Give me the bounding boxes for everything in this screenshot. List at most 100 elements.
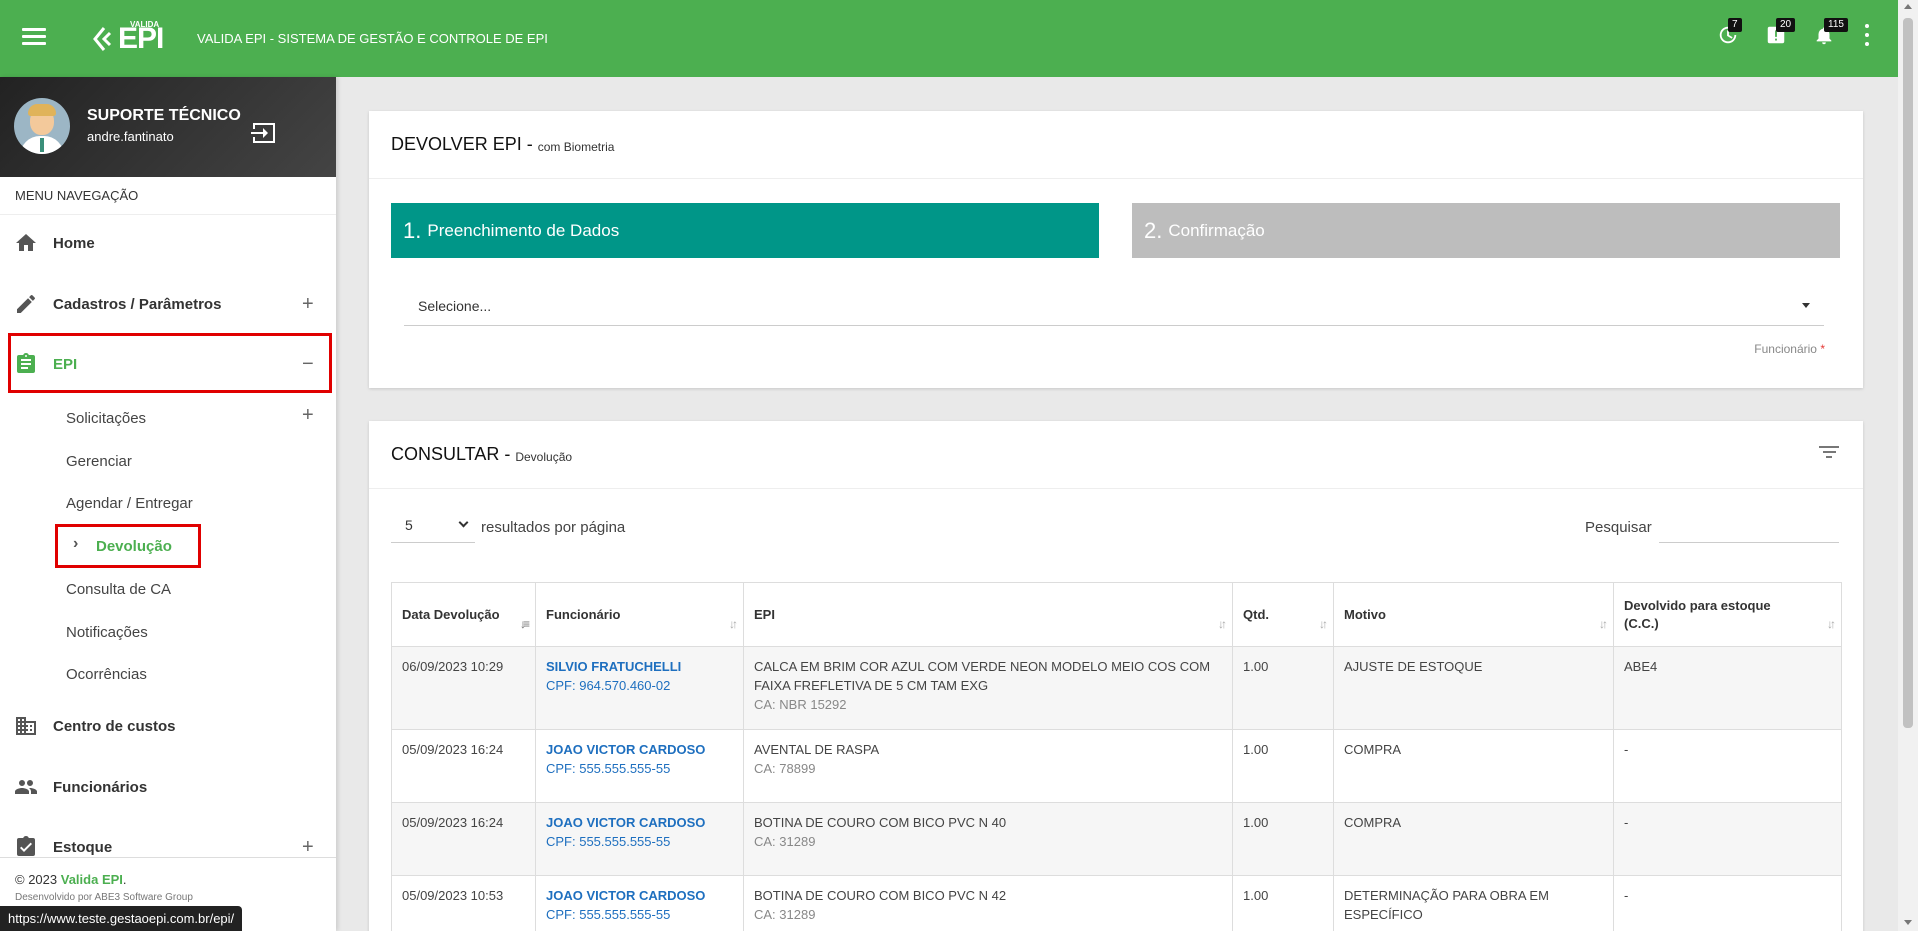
column-header-epi[interactable]: EPI ↓↑: [743, 582, 1233, 647]
table-row[interactable]: 06/09/2023 10:29 SILVIO FRATUCHELLI CPF: …: [391, 646, 1842, 730]
logo-mark-icon: [93, 27, 112, 51]
column-header-funcionario[interactable]: Funcionário ↓↑: [535, 582, 744, 647]
notifications-button[interactable]: 115: [1812, 18, 1848, 50]
step-2-tab[interactable]: 2. Confirmação: [1132, 203, 1840, 258]
user-panel: SUPORTE TÉCNICO andre.fantinato: [0, 77, 336, 177]
cell-estoque: ABE4: [1613, 646, 1842, 730]
footer-brand-dot: .: [122, 872, 127, 887]
logo-small-text: VALIDA: [130, 20, 160, 29]
scroll-up-icon[interactable]: [1904, 4, 1912, 9]
cell-epi: CALCA EM BRIM COR AZUL COM VERDE NEON MO…: [743, 646, 1233, 730]
cell-estoque: -: [1613, 729, 1842, 803]
employee-link[interactable]: JOAO VICTOR CARDOSO: [546, 886, 733, 905]
page-scrollbar[interactable]: [1898, 0, 1918, 931]
sidebar-item-cadastros[interactable]: Cadastros / Parâmetros +: [0, 282, 336, 326]
home-icon: [14, 231, 38, 255]
scroll-down-icon[interactable]: [1904, 920, 1912, 925]
column-header-qtd[interactable]: Qtd. ↓↑: [1232, 582, 1334, 647]
column-label: Motivo: [1344, 607, 1386, 622]
column-header-motivo[interactable]: Motivo ↓↑: [1333, 582, 1614, 647]
sort-icon: ↓↑: [729, 617, 738, 631]
card-header: CONSULTAR - Devolução: [369, 421, 1863, 489]
pencil-icon: [14, 292, 38, 316]
employee-cpf: CPF: 555.555.555-55: [546, 834, 671, 849]
logout-icon[interactable]: [250, 121, 278, 145]
column-label: Funcionário: [546, 607, 621, 622]
more-options-icon[interactable]: [1864, 24, 1870, 46]
sidebar-item-label: Home: [53, 234, 95, 252]
notifications-badge: 115: [1824, 18, 1848, 32]
history-badge: 7: [1728, 18, 1742, 32]
epi-name: AVENTAL DE RASPA: [754, 742, 880, 757]
sidebar-item-centro-custos[interactable]: Centro de custos: [0, 704, 336, 748]
sidebar-subitem-notificacoes[interactable]: Notificações: [66, 624, 148, 641]
menu-header: MENU NAVEGAÇÃO: [0, 177, 336, 215]
employee-link[interactable]: SILVIO FRATUCHELLI: [546, 657, 733, 676]
history-button[interactable]: 7: [1716, 18, 1742, 50]
expand-icon[interactable]: +: [302, 404, 314, 427]
sort-icon: ↓↑: [1827, 617, 1836, 631]
per-page-label: resultados por página: [481, 519, 626, 536]
section-subtitle: Devolução: [515, 449, 573, 464]
card-header: DEVOLVER EPI - com Biometria: [369, 111, 1863, 179]
footer-brand[interactable]: Valida EPI: [61, 872, 123, 887]
top-app-bar: VALIDA EPI VALIDA EPI - SISTEMA DE GESTÃ…: [0, 0, 1898, 77]
devolver-epi-card: DEVOLVER EPI - com Biometria 1. Preenchi…: [369, 111, 1863, 388]
expand-icon[interactable]: +: [302, 836, 314, 859]
expand-icon[interactable]: +: [302, 293, 314, 316]
cell-motivo: DETERMINAÇÃO PARA OBRA EM ESPECÍFICO: [1333, 875, 1614, 931]
alerts-button[interactable]: 20: [1764, 18, 1796, 50]
cell-estoque: -: [1613, 875, 1842, 931]
column-header-estoque[interactable]: Devolvido para estoque (C.C.) ↓↑: [1613, 582, 1842, 647]
epi-name: BOTINA DE COURO COM BICO PVC N 42: [754, 888, 1007, 903]
cell-date: 06/09/2023 10:29: [391, 646, 536, 730]
filter-icon[interactable]: [1819, 446, 1839, 462]
cell-funcionario: JOAO VICTOR CARDOSO CPF: 555.555.555-55: [535, 875, 744, 931]
sidebar-subitem-solicitacoes[interactable]: Solicitações: [66, 410, 146, 427]
sort-desc-icon: ↓≡: [519, 617, 530, 631]
caret-down-icon: [1802, 303, 1810, 308]
funcionario-field-label: Funcionário *: [1754, 342, 1825, 356]
cell-date: 05/09/2023 10:53: [391, 875, 536, 931]
employee-cpf: CPF: 555.555.555-55: [546, 907, 671, 922]
sidebar-subitem-devolucao[interactable]: Devolução: [96, 538, 172, 555]
chevron-right-icon: ›: [73, 535, 79, 552]
search-label: Pesquisar: [1585, 519, 1652, 536]
scrollbar-thumb[interactable]: [1903, 18, 1913, 728]
copyright-text: © 2023: [15, 872, 58, 887]
funcionario-select[interactable]: Selecione...: [404, 286, 1824, 326]
employee-link[interactable]: JOAO VICTOR CARDOSO: [546, 813, 733, 832]
table-row[interactable]: 05/09/2023 10:53 JOAO VICTOR CARDOSO CPF:…: [391, 875, 1842, 931]
sidebar-item-home[interactable]: Home: [0, 221, 336, 265]
sidebar-subitem-agendar[interactable]: Agendar / Entregar: [66, 495, 193, 512]
table-row[interactable]: 05/09/2023 16:24 JOAO VICTOR CARDOSO CPF:…: [391, 729, 1842, 803]
sidebar-subitem-ocorrencias[interactable]: Ocorrências: [66, 666, 147, 683]
column-label: Qtd.: [1243, 607, 1269, 622]
column-label: Data Devolução: [402, 607, 500, 622]
sidebar-item-label: Centro de custos: [53, 717, 176, 735]
sidebar-item-funcionarios[interactable]: Funcionários: [0, 765, 336, 809]
page-subtitle: com Biometria: [537, 139, 615, 154]
cell-motivo: AJUSTE DE ESTOQUE: [1333, 646, 1614, 730]
employee-cpf: CPF: 555.555.555-55: [546, 761, 671, 776]
sidebar: SUPORTE TÉCNICO andre.fantinato MENU NAV…: [0, 77, 336, 931]
sidebar-subitem-consulta-ca[interactable]: Consulta de CA: [66, 581, 171, 598]
sidebar-subitem-gerenciar[interactable]: Gerenciar: [66, 453, 132, 470]
cell-qtd: 1.00: [1232, 646, 1334, 730]
cell-funcionario: JOAO VICTOR CARDOSO CPF: 555.555.555-55: [535, 729, 744, 803]
sort-icon: ↓↑: [1218, 617, 1227, 631]
epi-name: CALCA EM BRIM COR AZUL COM VERDE NEON MO…: [754, 659, 1211, 693]
cell-funcionario: JOAO VICTOR CARDOSO CPF: 555.555.555-55: [535, 802, 744, 876]
cell-qtd: 1.00: [1232, 729, 1334, 803]
valida-epi-logo[interactable]: VALIDA EPI: [92, 20, 164, 56]
employee-link[interactable]: JOAO VICTOR CARDOSO: [546, 740, 733, 759]
select-placeholder: Selecione...: [418, 297, 492, 314]
step-1-tab[interactable]: 1. Preenchimento de Dados: [391, 203, 1099, 258]
per-page-select[interactable]: 5: [391, 507, 475, 543]
cell-epi: BOTINA DE COURO COM BICO PVC N 40 CA: 312…: [743, 802, 1233, 876]
table-row[interactable]: 05/09/2023 16:24 JOAO VICTOR CARDOSO CPF:…: [391, 802, 1842, 876]
search-input[interactable]: [1659, 509, 1839, 543]
column-header-data[interactable]: Data Devolução ↓≡: [391, 582, 536, 647]
chevron-down-icon: [458, 517, 469, 528]
hamburger-menu-icon[interactable]: [22, 28, 46, 46]
